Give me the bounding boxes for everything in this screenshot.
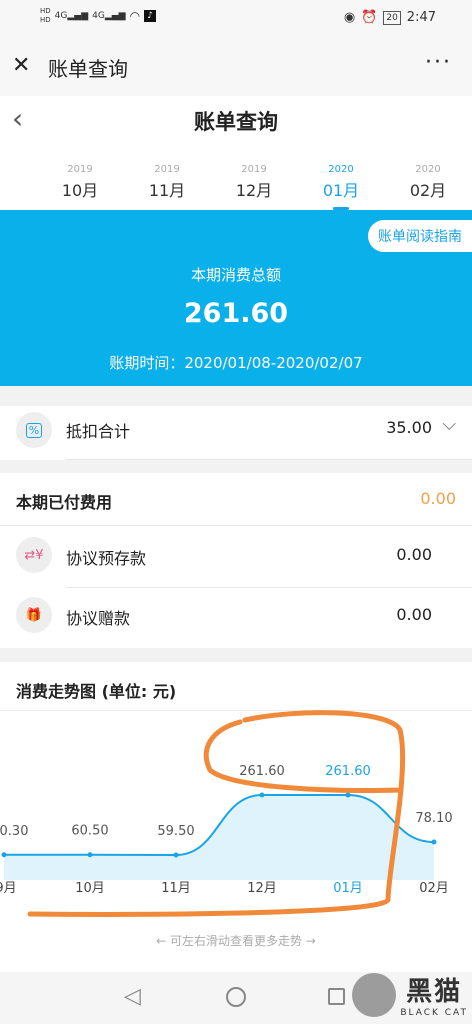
data-label: 60.50 xyxy=(71,824,108,839)
month-tab[interactable]: 9 月 xyxy=(0,164,18,201)
close-icon[interactable]: ✕ xyxy=(12,53,30,78)
nav-recents-icon[interactable] xyxy=(328,988,345,1005)
clock-time: 2:47 xyxy=(406,10,436,25)
page-title: 账单查询 xyxy=(194,110,278,134)
month-tab-label: 11月 xyxy=(148,181,186,200)
page-header: ‹ 账单查询 xyxy=(0,96,472,146)
list-item-label: 协议赠款 xyxy=(66,609,131,628)
list-item: 🎁 协议赠款 0.00 xyxy=(0,587,472,647)
trend-point[interactable] xyxy=(345,792,351,798)
total-label: 本期消费总额 xyxy=(190,266,281,284)
x-tick-label: 9月 xyxy=(0,881,17,896)
total-amount: 261.60 xyxy=(183,298,289,329)
month-tab[interactable]: 2019 12月 xyxy=(224,164,284,201)
trend-point[interactable] xyxy=(87,852,93,858)
deduction-value: 35.00 xyxy=(386,418,432,437)
deduction-label: 抵扣合计 xyxy=(66,422,131,441)
trend-point[interactable] xyxy=(1,852,7,858)
eye-icon: ◉ xyxy=(343,10,356,25)
webview-title: 账单查询 xyxy=(48,57,128,81)
month-tab-year: 2019 xyxy=(241,164,267,175)
list-item-label: 协议预存款 xyxy=(66,549,147,568)
month-tab-year: 9 xyxy=(0,164,18,175)
hd-indicator: HD HD xyxy=(40,7,51,25)
month-tab-year: 2019 xyxy=(67,164,93,175)
paid-fees-card: 本期已付费用 0.00 ⇄¥ 协议预存款 0.00 🎁 协议赠款 0.00 xyxy=(0,473,472,648)
gift-icon: 🎁 xyxy=(16,597,52,633)
month-tab-year: 2019 xyxy=(154,164,180,175)
transfer-yen-icon: ⇄¥ xyxy=(16,537,52,573)
month-tabs: 9 月 2019 10月 2019 11月 2019 12月 2020 01月 … xyxy=(0,146,472,210)
watermark: 黑猫 BLACK CAT xyxy=(352,971,468,1018)
x-tick-label: 11月 xyxy=(161,881,191,896)
month-tab-label: 月 xyxy=(0,177,18,201)
deduction-card: % 抵扣合计 35.00 ⌵ xyxy=(0,406,472,460)
network-label: 4G xyxy=(92,11,105,21)
chevron-down-icon[interactable]: ⌵ xyxy=(442,414,456,435)
trend-area xyxy=(4,795,434,880)
alarm-icon: ⏰ xyxy=(361,10,378,25)
month-tab-label: 02月 xyxy=(409,181,447,200)
paid-fees-total: 0.00 xyxy=(420,489,456,508)
watermark-cn: 黑猫 xyxy=(406,977,463,1007)
trend-point[interactable] xyxy=(259,792,265,798)
webview-title-bar: ✕ 账单查询 ··· xyxy=(0,38,472,96)
month-tab[interactable]: 2019 11月 xyxy=(137,164,197,201)
signal-icon: 4G▂▄▆ xyxy=(54,11,89,21)
month-tab-year: 2020 xyxy=(328,164,354,175)
list-item-value: 0.00 xyxy=(396,545,432,564)
network-label: 4G xyxy=(54,11,68,21)
status-bar: HD HD 4G▂▄▆ 4G▂▄▆ ◠ ♪ ◉ ⏰ 20 2:47 xyxy=(0,0,472,38)
month-tab[interactable]: 2020 02月 xyxy=(398,164,458,201)
month-tab-year: 2020 xyxy=(415,164,441,175)
data-label: 78.10 xyxy=(415,811,452,826)
data-label: 59.50 xyxy=(157,824,194,839)
percent-icon: % xyxy=(16,412,52,448)
list-item-value: 0.00 xyxy=(396,605,432,624)
x-tick-label: 12月 xyxy=(247,881,277,896)
month-tab-label: 12月 xyxy=(235,181,273,200)
month-tab[interactable]: 2019 10月 xyxy=(50,164,110,201)
paid-fees-title: 本期已付费用 xyxy=(16,493,113,512)
data-label: 0.30 xyxy=(0,824,28,839)
month-tab-label: 10月 xyxy=(61,181,99,200)
wifi-icon: ◠ xyxy=(129,9,141,23)
scroll-hint: ← 可左右滑动查看更多走势 → xyxy=(156,934,316,948)
x-tick-label: 10月 xyxy=(75,881,105,896)
trend-point[interactable] xyxy=(173,852,179,858)
signal-icon: 4G▂▄▆ xyxy=(92,11,126,21)
deduction-row[interactable]: % 抵扣合计 35.00 ⌵ xyxy=(0,402,472,462)
data-label: 261.60 xyxy=(325,764,371,779)
nav-back-icon[interactable]: ◁ xyxy=(124,984,141,1009)
spending-trend-card: 消费走势图 (单位: 元) 0.30 9月 60.50 10月 59.50 11月 261.… xyxy=(0,662,472,972)
watermark-en: BLACK CAT xyxy=(400,1008,468,1018)
data-label: 261.60 xyxy=(239,764,285,779)
hd-label: HD xyxy=(40,16,51,24)
billing-period: 账期时间：2020/01/08-2020/02/07 xyxy=(109,354,363,372)
system-nav-bar: ◁ 黑猫 BLACK CAT xyxy=(0,972,472,1024)
trend-point[interactable] xyxy=(431,839,437,845)
cat-logo-icon xyxy=(352,972,397,1017)
hd-label: HD xyxy=(40,7,51,15)
chart-title: 消费走势图 (单位: 元) xyxy=(16,682,177,701)
spending-trend-chart[interactable]: 0.30 9月 60.50 10月 59.50 11月 261.60 12月 261.60 01月… xyxy=(0,710,472,940)
nav-home-icon[interactable] xyxy=(226,987,246,1007)
battery-icon: 20 xyxy=(383,10,401,25)
x-tick-label: 02月 xyxy=(419,881,449,896)
x-tick-label: 01月 xyxy=(333,881,363,896)
list-item: ⇄¥ 协议预存款 0.00 xyxy=(0,525,472,585)
bill-summary: 账单阅读指南 本期消费总额 261.60 账期时间：2020/01/08-202… xyxy=(0,210,472,386)
month-tab-label: 01月 xyxy=(322,181,360,200)
tiktok-icon: ♪ xyxy=(144,10,157,22)
more-menu-icon[interactable]: ··· xyxy=(425,50,452,75)
bill-guide-button[interactable]: 账单阅读指南 xyxy=(368,220,472,252)
month-tab-selected[interactable]: 2020 01月 xyxy=(311,164,371,210)
